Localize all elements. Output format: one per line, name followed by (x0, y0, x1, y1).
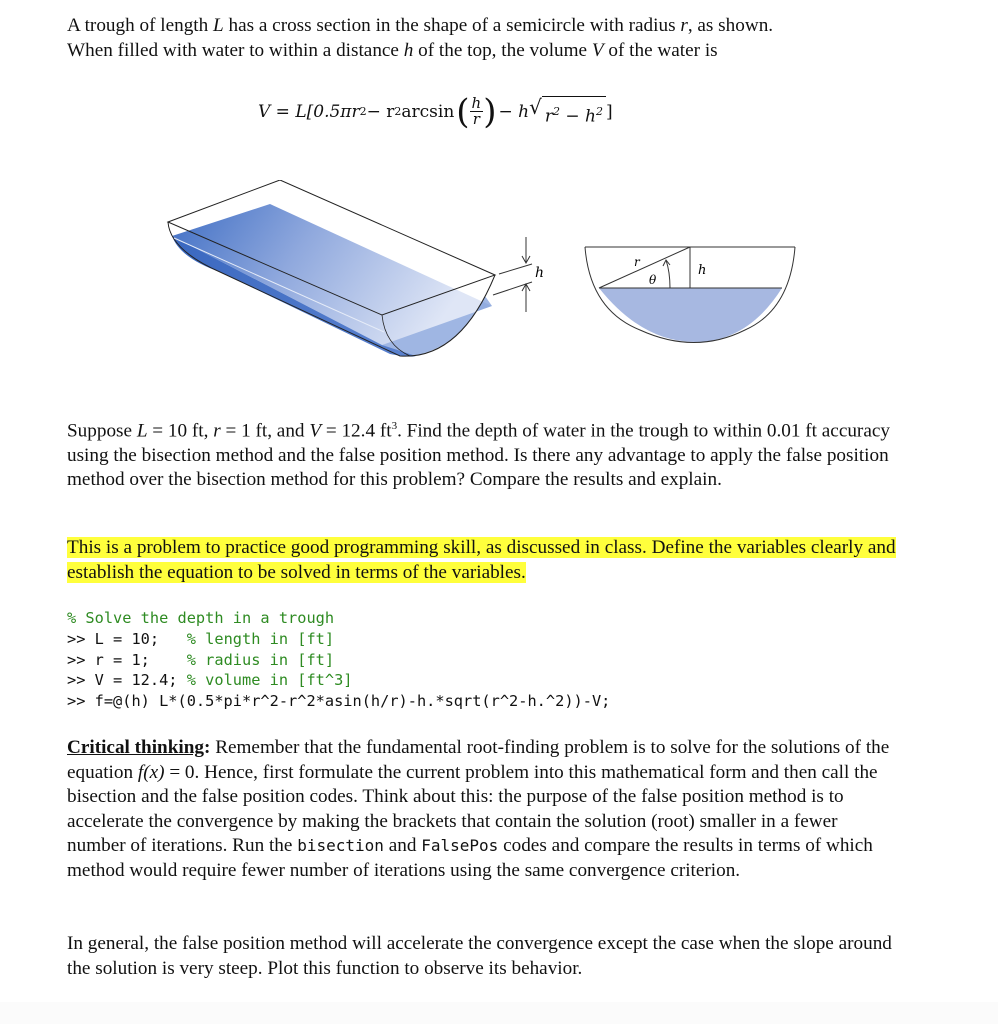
text: = 12.4 ft (321, 420, 392, 442)
trough-3d-diagram: h (166, 180, 544, 357)
rad-r: r (544, 106, 553, 127)
text: Suppose (67, 420, 137, 442)
rad-h: − h (559, 106, 596, 127)
label-theta: θ (649, 273, 657, 287)
intro-text: A trough of length (67, 15, 214, 36)
matlab-code-block: % Solve the depth in a trough >> L = 10; … (67, 608, 610, 712)
exp: 2 (596, 105, 603, 118)
volume-equation: V = L[0.5πr 2 − r2 arcsin ( hr ) − h √ r2… (258, 92, 613, 132)
radius-line (598, 246, 691, 289)
code-comment: % volume in [ft^3] (186, 671, 353, 690)
closing-paragraph: In general, the false position method wi… (67, 933, 892, 979)
code-line: >> f=@(h) L*(0.5*pi*r^2-r^2*asin(h/r)-h.… (67, 692, 611, 711)
text: = 1 ft, and (220, 420, 310, 442)
var-V: V (309, 420, 322, 442)
eq-part: − h (498, 101, 530, 122)
eq-lhs: V = L[0.5πr (258, 101, 360, 122)
eq-sqrt: √ r2 − h2 (529, 92, 606, 132)
var-L: L (136, 420, 148, 442)
code-line: >> V = 12.4; % volume in [ft^3] (67, 671, 353, 690)
label-h: h (535, 265, 544, 281)
var-h: h (403, 39, 414, 61)
text: = 10 ft, (147, 420, 214, 442)
code-comment: % radius in [ft] (186, 650, 335, 669)
label-r: r (634, 255, 641, 269)
intro-paragraph: A trough of length L has a cross section… (67, 14, 897, 63)
frac-den: r (472, 110, 480, 129)
exp: 2 (552, 105, 560, 118)
eq-close: ] (606, 101, 613, 122)
label-h: h (698, 263, 706, 278)
var-r: r (213, 420, 221, 442)
critical-thinking-paragraph: Critical thinking: Remember that the fun… (67, 736, 897, 883)
critical-thinking-label: Critical thinking (67, 737, 204, 758)
code-falsepos: FalsePos (421, 836, 499, 855)
eq-fraction: ( hr ) (456, 91, 497, 132)
code-bisection: bisection (297, 836, 384, 855)
fx: f(x) (137, 761, 165, 783)
text: and (383, 835, 422, 856)
intro-text: of the top, the volume (413, 39, 592, 61)
code-line: >> L = 10; % length in [ft] (67, 629, 335, 648)
intro-text: of the water is (603, 39, 718, 61)
h-tick (498, 263, 533, 275)
var-L: L (213, 15, 224, 36)
code-comment: % Solve the depth in a trough (67, 609, 335, 627)
exp: 2 (394, 104, 402, 118)
water-region (599, 288, 782, 342)
intro-text: When filled with water to within a dista… (67, 39, 404, 61)
eq-arcsin: arcsin (401, 101, 455, 122)
var-r: r (680, 15, 688, 36)
intro-text: , as shown. (687, 15, 774, 36)
eq-part: − r (366, 101, 395, 122)
note-text: This is a problem to practice good progr… (67, 537, 896, 583)
cross-section-diagram: r θ h (584, 246, 796, 343)
var-V: V (591, 39, 604, 61)
code-line: % Solve the depth in a trough (67, 608, 610, 629)
code-line: >> r = 1; % radius in [ft] (67, 650, 335, 669)
problem-statement: Suppose L = 10 ft, r = 1 ft, and V = 12.… (67, 414, 897, 493)
code-comment: % length in [ft] (186, 629, 335, 648)
exp: 2 (359, 104, 367, 118)
intro-text: has a cross section in the shape of a se… (223, 15, 681, 36)
page-footer-strip (0, 1002, 998, 1024)
highlighted-note: This is a problem to practice good progr… (67, 536, 897, 585)
